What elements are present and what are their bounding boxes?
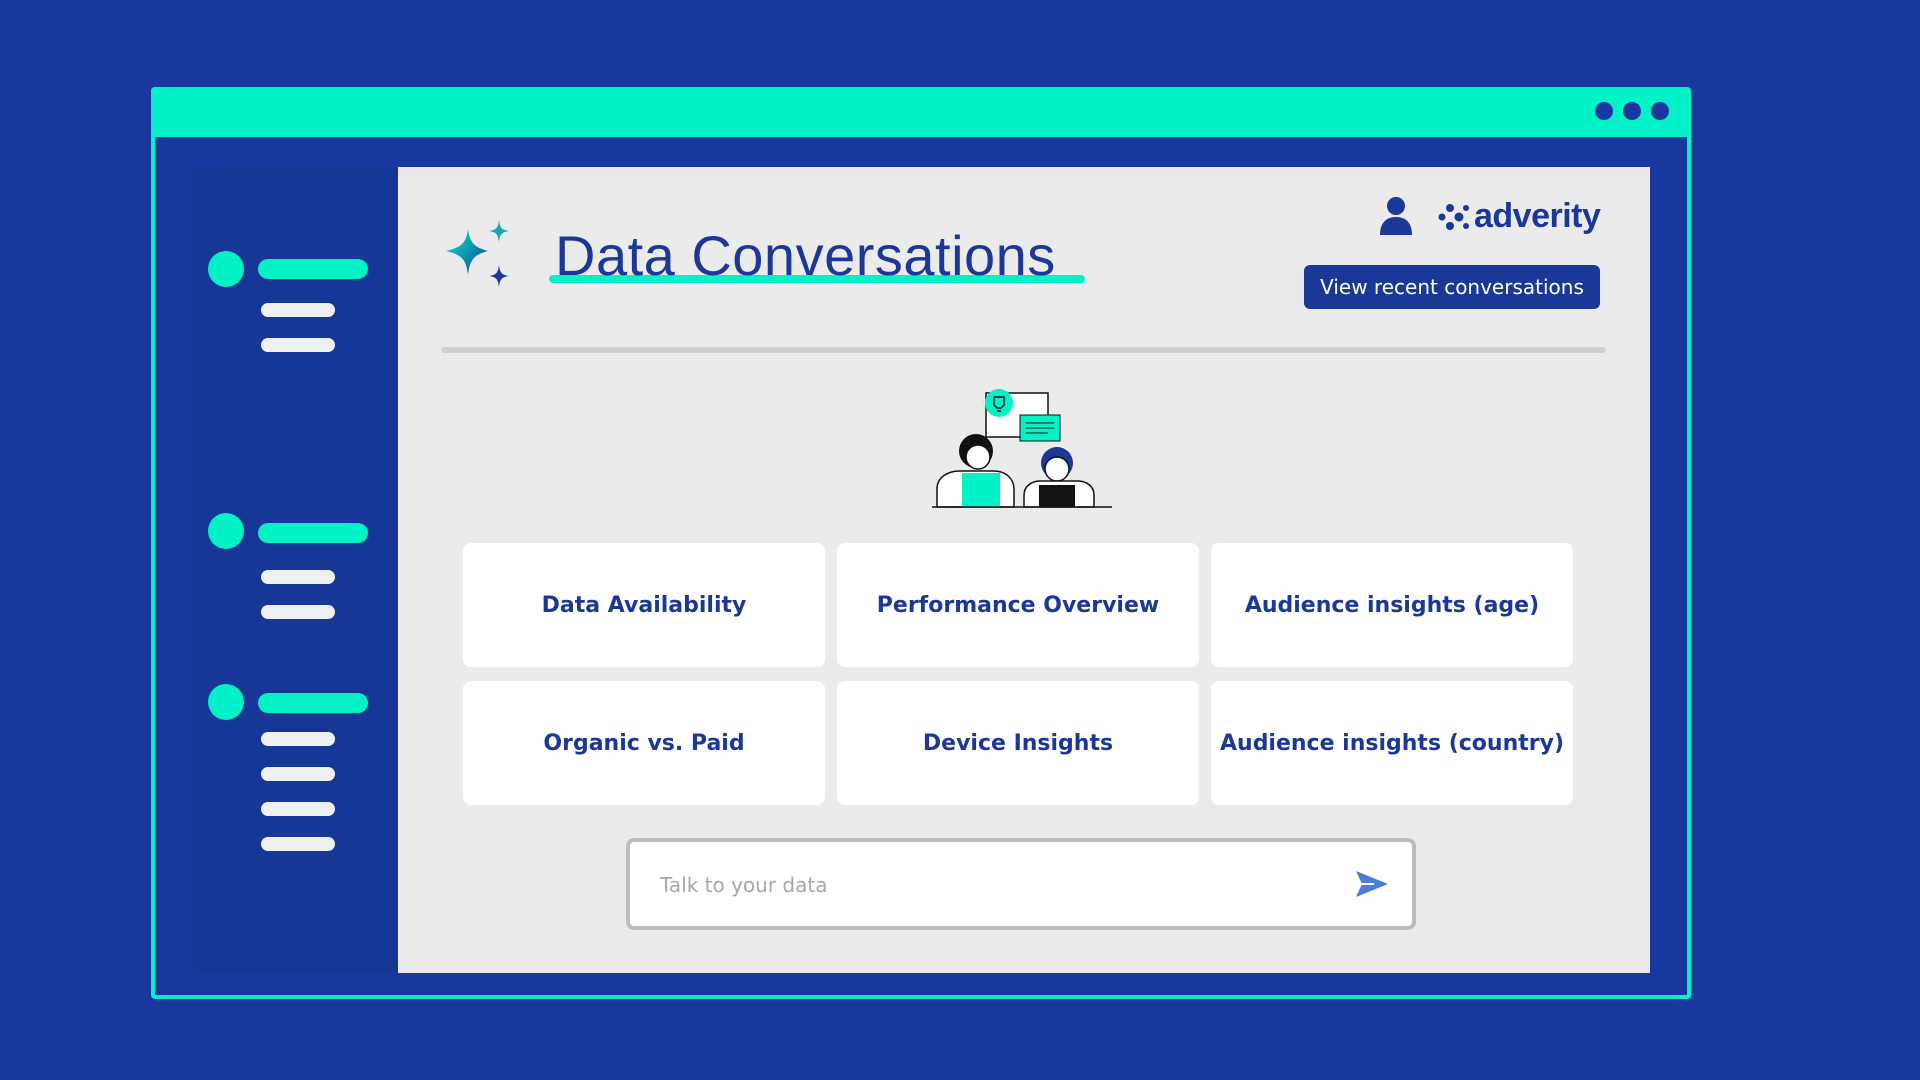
sparkle-icon bbox=[446, 220, 509, 287]
window-dot-icon[interactable] bbox=[1595, 102, 1613, 120]
sidebar-subitem[interactable] bbox=[261, 767, 335, 781]
window-dot-icon[interactable] bbox=[1623, 102, 1641, 120]
chat-input[interactable] bbox=[658, 866, 1342, 904]
view-recent-conversations-button[interactable]: View recent conversations bbox=[1304, 265, 1600, 309]
people-conversation-icon bbox=[932, 389, 1112, 508]
page-title: Data Conversations bbox=[555, 224, 1056, 287]
adverity-logo-icon bbox=[1438, 203, 1469, 230]
prompt-suggestions: Data Availability Performance Overview A… bbox=[463, 543, 1578, 805]
user-icon[interactable] bbox=[1378, 195, 1414, 235]
send-icon[interactable] bbox=[1354, 868, 1390, 900]
sidebar-item-bar[interactable] bbox=[258, 259, 368, 279]
prompt-card-organic-vs-paid[interactable]: Organic vs. Paid bbox=[463, 681, 825, 805]
sidebar-subitem[interactable] bbox=[261, 570, 335, 584]
chat-box bbox=[626, 838, 1416, 930]
prompt-card-device-insights[interactable]: Device Insights bbox=[837, 681, 1199, 805]
brand-name: adverity bbox=[1474, 197, 1601, 235]
sidebar bbox=[193, 167, 398, 973]
header-divider bbox=[441, 347, 1606, 353]
brand-logo: adverity bbox=[1438, 197, 1601, 236]
sidebar-dot-icon[interactable] bbox=[208, 513, 244, 549]
sidebar-subitem[interactable] bbox=[261, 605, 335, 619]
sidebar-item-bar[interactable] bbox=[258, 523, 368, 543]
prompt-card-performance-overview[interactable]: Performance Overview bbox=[837, 543, 1199, 667]
prompt-card-audience-age[interactable]: Audience insights (age) bbox=[1211, 543, 1573, 667]
sidebar-subitem[interactable] bbox=[261, 732, 335, 746]
sidebar-dot-icon[interactable] bbox=[208, 251, 244, 287]
main-panel: Data Conversations adverity View recent … bbox=[398, 167, 1650, 973]
sidebar-item-bar[interactable] bbox=[258, 693, 368, 713]
sidebar-dot-icon[interactable] bbox=[208, 684, 244, 720]
sidebar-subitem[interactable] bbox=[261, 802, 335, 816]
window-controls[interactable] bbox=[1595, 102, 1669, 120]
prompt-card-audience-country[interactable]: Audience insights (country) bbox=[1211, 681, 1573, 805]
sidebar-subitem[interactable] bbox=[261, 837, 335, 851]
sidebar-subitem[interactable] bbox=[261, 338, 335, 352]
prompt-card-data-availability[interactable]: Data Availability bbox=[463, 543, 825, 667]
window-dot-icon[interactable] bbox=[1651, 102, 1669, 120]
window-titlebar bbox=[151, 87, 1691, 137]
sidebar-subitem[interactable] bbox=[261, 303, 335, 317]
